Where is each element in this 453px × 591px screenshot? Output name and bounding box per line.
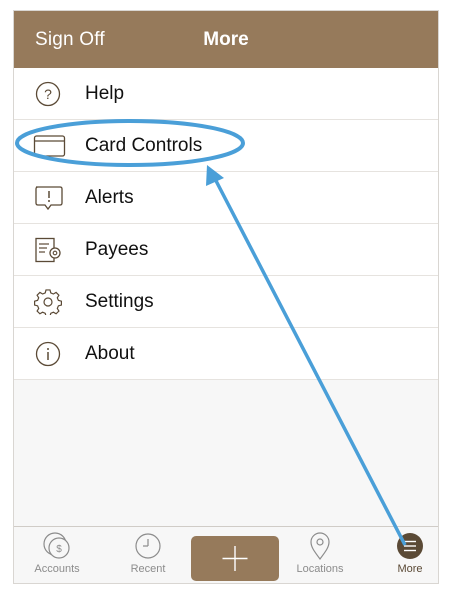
bottom-tab-bar: $ Accounts Recent Locations More <box>14 526 438 583</box>
menu-item-label: Settings <box>85 291 154 312</box>
menu-item-settings[interactable]: Settings <box>14 276 438 328</box>
tab-locations[interactable]: Locations <box>280 531 360 581</box>
svg-text:?: ? <box>44 86 52 102</box>
add-button[interactable] <box>191 536 279 581</box>
payees-document-gear-icon <box>33 237 67 263</box>
accounts-coins-icon: $ <box>17 531 97 561</box>
tab-accounts[interactable]: $ Accounts <box>17 531 97 581</box>
tab-label: Recent <box>130 563 166 575</box>
alert-bubble-icon <box>33 185 67 211</box>
gear-icon <box>33 289 67 317</box>
hamburger-menu-icon <box>370 531 438 561</box>
clock-icon <box>108 531 188 561</box>
question-circle-icon: ? <box>33 81 67 107</box>
menu-item-card-controls[interactable]: Card Controls <box>14 120 438 172</box>
tab-label: Locations <box>296 563 344 575</box>
navigation-header: Sign Off More <box>14 11 438 68</box>
menu-item-label: About <box>85 343 135 364</box>
tab-label: More <box>397 563 423 575</box>
credit-card-icon <box>33 133 67 159</box>
svg-text:$: $ <box>56 544 62 555</box>
menu-item-alerts[interactable]: Alerts <box>14 172 438 224</box>
menu-item-payees[interactable]: Payees <box>14 224 438 276</box>
menu-item-label: Alerts <box>85 187 134 208</box>
tab-more[interactable]: More <box>370 531 438 581</box>
more-menu-list: ? Help Card Controls Alerts Payees Setti… <box>14 68 438 380</box>
menu-item-label: Help <box>85 83 125 104</box>
menu-item-label: Card Controls <box>85 135 203 156</box>
menu-item-label: Payees <box>85 239 149 260</box>
menu-item-help[interactable]: ? Help <box>14 68 438 120</box>
app-screen: Sign Off More ? Help Card Controls Alert… <box>13 10 439 584</box>
tab-recent[interactable]: Recent <box>108 531 188 581</box>
page-title: More <box>203 29 249 50</box>
menu-item-about[interactable]: About <box>14 328 438 380</box>
plus-icon <box>191 546 279 583</box>
info-circle-icon <box>33 341 67 367</box>
location-pin-icon <box>280 531 360 561</box>
tab-label: Accounts <box>34 563 80 575</box>
